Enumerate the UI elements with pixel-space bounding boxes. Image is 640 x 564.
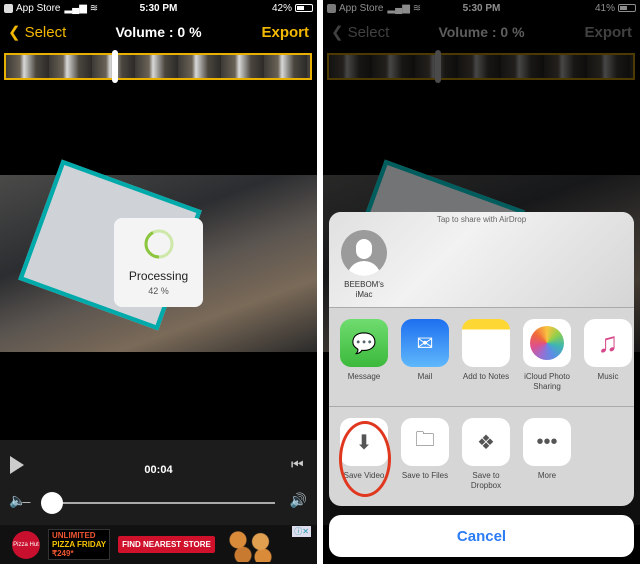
volume-slider-knob[interactable] — [41, 492, 63, 514]
share-app-icloud-photo[interactable]: iCloud Photo Sharing — [523, 319, 571, 406]
left-screen: App Store ▂▄▆ ≋ 5:30 PM 42% ❮ Select Volu… — [0, 0, 317, 564]
processing-label: Processing — [128, 269, 189, 283]
playback-time: 00:04 — [144, 464, 173, 476]
processing-dialog: Processing 42 % — [114, 218, 203, 307]
status-bar: App Store ▂▄▆ ≋ 5:30 PM 42% — [0, 0, 317, 16]
export-button[interactable]: Export — [261, 24, 309, 41]
volume-slider[interactable] — [50, 502, 275, 504]
cancel-button[interactable]: Cancel — [329, 515, 634, 557]
right-screen: App Store ▂▄▆ ≋ 5:30 PM 41% ❮ Select Volu… — [323, 0, 640, 564]
action-save-to-files[interactable]: 🗀 Save to Files — [401, 418, 449, 506]
volume-mute-icon[interactable]: 🔈̶ — [9, 492, 26, 509]
ad-banner[interactable]: Pizza Hut UNLIMITED PIZZA FRIDAY ₹249* FIN… — [0, 525, 317, 564]
timeline-filmstrip[interactable] — [4, 53, 312, 80]
share-app-mail[interactable]: ✉ Mail — [401, 319, 449, 406]
action-more[interactable]: ••• More — [523, 418, 571, 506]
airdrop-device[interactable]: BEEBOM's iMac — [341, 230, 387, 300]
messages-icon: 💬 — [340, 319, 388, 367]
avatar — [341, 230, 387, 276]
pizza-hut-logo: Pizza Hut — [12, 530, 40, 559]
photos-icon — [523, 319, 571, 367]
notes-icon — [462, 319, 510, 367]
clock: 5:30 PM — [139, 2, 178, 14]
share-app-notes[interactable]: Add to Notes — [462, 319, 510, 406]
select-label: Select — [24, 23, 67, 41]
share-app-music[interactable]: ♫ Music — [584, 319, 632, 406]
action-save-to-dropbox[interactable]: ❖ Save to Dropbox — [462, 418, 510, 506]
pizza-image — [222, 527, 273, 562]
skip-back-icon[interactable]: ⏮ — [291, 456, 305, 472]
device-name: BEEBOM's iMac — [344, 280, 384, 299]
progress-ring — [144, 229, 173, 259]
airdrop-hint: Tap to share with AirDrop — [436, 215, 527, 224]
share-app-message[interactable]: 💬 Message — [340, 319, 388, 406]
volume-max-icon[interactable]: 🔊 — [290, 492, 307, 509]
battery-icon — [295, 4, 313, 12]
nav-bar: ❮ Select Volume : 0 % Export — [0, 16, 317, 48]
timeline-handle[interactable] — [112, 50, 118, 83]
ad-cta-button[interactable]: FIND NEAREST STORE — [118, 536, 215, 553]
ad-close-icon[interactable]: ⓘ✕ — [292, 526, 311, 537]
folder-icon: 🗀 — [401, 418, 449, 466]
ad-promo: UNLIMITED PIZZA FRIDAY ₹249* — [48, 529, 111, 560]
music-icon: ♫ — [584, 319, 632, 367]
dropbox-icon: ❖ — [462, 418, 510, 466]
processing-percent: 42 % — [148, 286, 169, 296]
more-icon: ••• — [523, 418, 571, 466]
highlight-circle — [339, 421, 391, 497]
airdrop-section: Tap to share with AirDrop BEEBOM's iMac — [329, 212, 634, 308]
mail-icon: ✉ — [401, 319, 449, 367]
player-controls: 00:04 ⏮ 🔈̶ 🔊 — [0, 440, 317, 525]
share-apps-row: 💬 Message ✉ Mail Add to Notes iCloud Photo… — [329, 308, 634, 407]
select-button[interactable]: ❮ Select — [8, 23, 67, 42]
chevron-left-icon: ❮ — [8, 24, 21, 41]
